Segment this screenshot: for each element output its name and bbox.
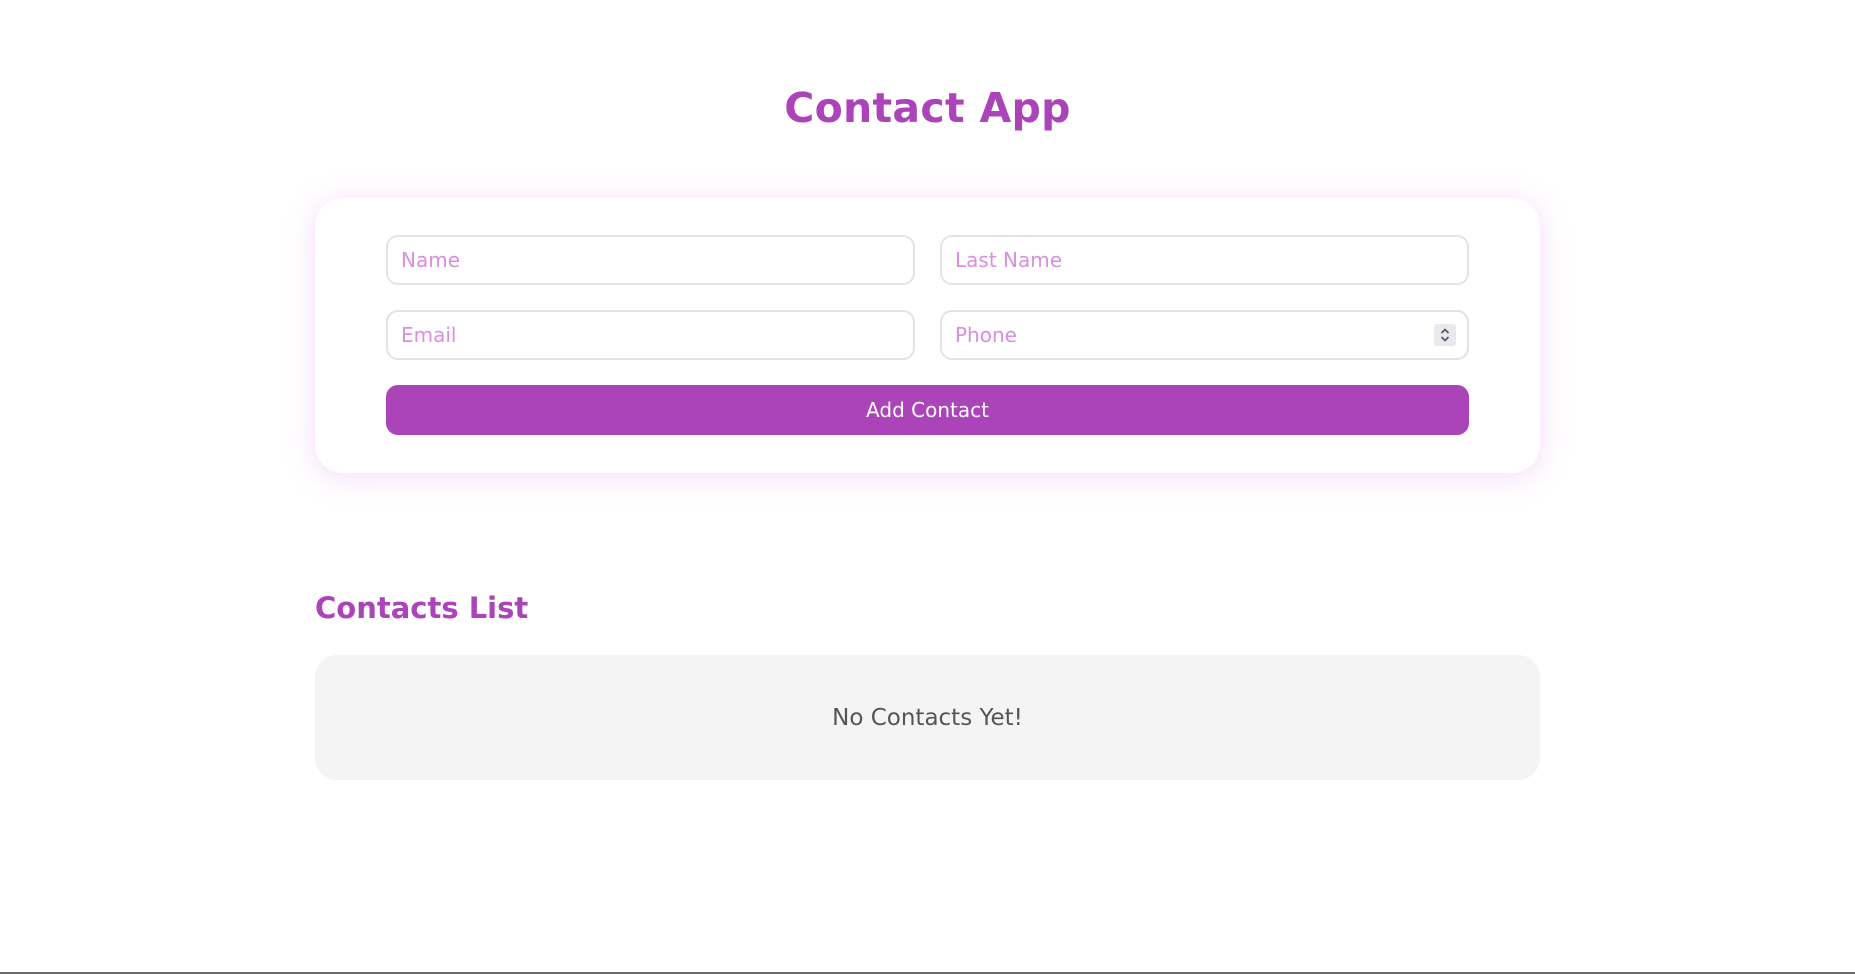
contacts-list-title: Contacts List xyxy=(315,591,529,625)
email-input[interactable] xyxy=(386,310,915,360)
page-title: Contact App xyxy=(784,84,1071,132)
last-name-input[interactable] xyxy=(940,235,1469,285)
phone-field-wrapper xyxy=(940,310,1469,360)
chevron-up-down-icon[interactable] xyxy=(1434,324,1456,346)
empty-state-message: No Contacts Yet! xyxy=(832,704,1023,731)
contacts-list-empty-state: No Contacts Yet! xyxy=(315,655,1540,780)
add-contact-button[interactable]: Add Contact xyxy=(386,385,1469,435)
phone-input[interactable] xyxy=(940,310,1469,360)
contact-app-page: Contact App Add Contact Contacts List No… xyxy=(0,0,1855,974)
name-input[interactable] xyxy=(386,235,915,285)
contact-form-card: Add Contact xyxy=(315,198,1540,473)
